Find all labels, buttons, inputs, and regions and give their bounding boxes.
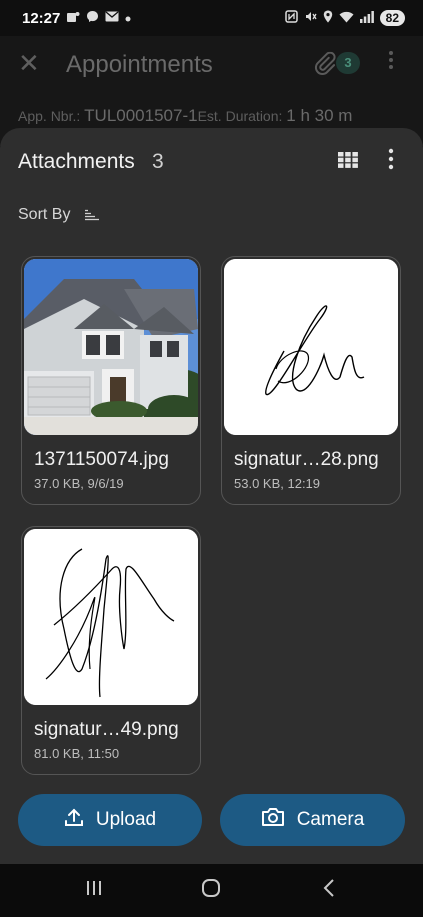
wifi-icon <box>339 11 354 26</box>
attachment-thumbnail <box>24 259 198 435</box>
camera-icon <box>261 807 285 833</box>
status-time: 12:27 <box>22 9 61 27</box>
attachment-card[interactable]: signatur…28.png 53.0 KB, 12:19 <box>221 256 401 505</box>
upload-label: Upload <box>95 809 157 830</box>
page-title: Appointments <box>66 51 213 78</box>
attachment-thumbnail <box>224 259 398 435</box>
home-icon[interactable] <box>201 878 223 903</box>
attachment-meta: 81.0 KB, 11:50 <box>34 746 120 761</box>
more-vertical-icon[interactable] <box>388 50 394 76</box>
back-icon[interactable] <box>322 878 336 903</box>
attachment-card[interactable]: signatur…49.png 81.0 KB, 11:50 <box>21 526 201 775</box>
attachments-sheet: Attachments 3 Sort By 1371150074.jpg 37.… <box>0 128 423 864</box>
close-icon[interactable]: ✕ <box>18 50 40 76</box>
sort-icon[interactable] <box>84 208 100 222</box>
dot-icon <box>125 11 131 25</box>
sort-by-label[interactable]: Sort By <box>18 206 70 224</box>
attachment-filename: signatur…28.png <box>234 449 379 470</box>
mute-icon <box>304 10 317 26</box>
grid-view-icon[interactable] <box>338 152 358 170</box>
status-bar: 12:27 82 <box>0 0 423 36</box>
attachment-card[interactable]: 1371150074.jpg 37.0 KB, 9/6/19 <box>21 256 201 505</box>
attachment-filename: 1371150074.jpg <box>34 449 169 470</box>
attachment-count: 3 <box>152 150 164 173</box>
recents-icon[interactable] <box>85 878 103 903</box>
attachment-thumbnail <box>24 529 198 705</box>
duration-value: 1 h 30 m <box>286 106 353 125</box>
battery-indicator: 82 <box>379 10 405 26</box>
attachment-meta: 37.0 KB, 9/6/19 <box>34 476 124 491</box>
nfc-icon <box>284 10 298 26</box>
sheet-title: Attachments <box>18 150 135 173</box>
app-nbr-label: App. Nbr.: <box>18 108 81 124</box>
more-vertical-icon[interactable] <box>382 148 400 172</box>
camera-button[interactable]: Camera <box>220 794 405 846</box>
app-bar: ✕ Appointments 3 <box>0 36 423 94</box>
camera-label: Camera <box>296 809 365 830</box>
upload-icon <box>64 807 84 833</box>
location-icon <box>323 10 333 26</box>
attachment-filename: signatur…49.png <box>34 719 179 740</box>
duration-label: Est. Duration: <box>197 108 283 124</box>
app-nbr-value: TUL0001507-1 <box>84 106 198 125</box>
messenger-icon <box>86 10 99 26</box>
attachment-count-badge: 3 <box>336 52 360 74</box>
upload-button[interactable]: Upload <box>18 794 202 846</box>
attachment-meta: 53.0 KB, 12:19 <box>234 476 321 491</box>
teams-icon <box>66 11 80 26</box>
system-nav-bar <box>0 864 423 917</box>
mail-icon <box>105 11 119 25</box>
signal-icon <box>359 10 374 26</box>
appointment-info: App. Nbr.: TUL0001507-1Est. Duration: 1 … <box>18 106 352 126</box>
